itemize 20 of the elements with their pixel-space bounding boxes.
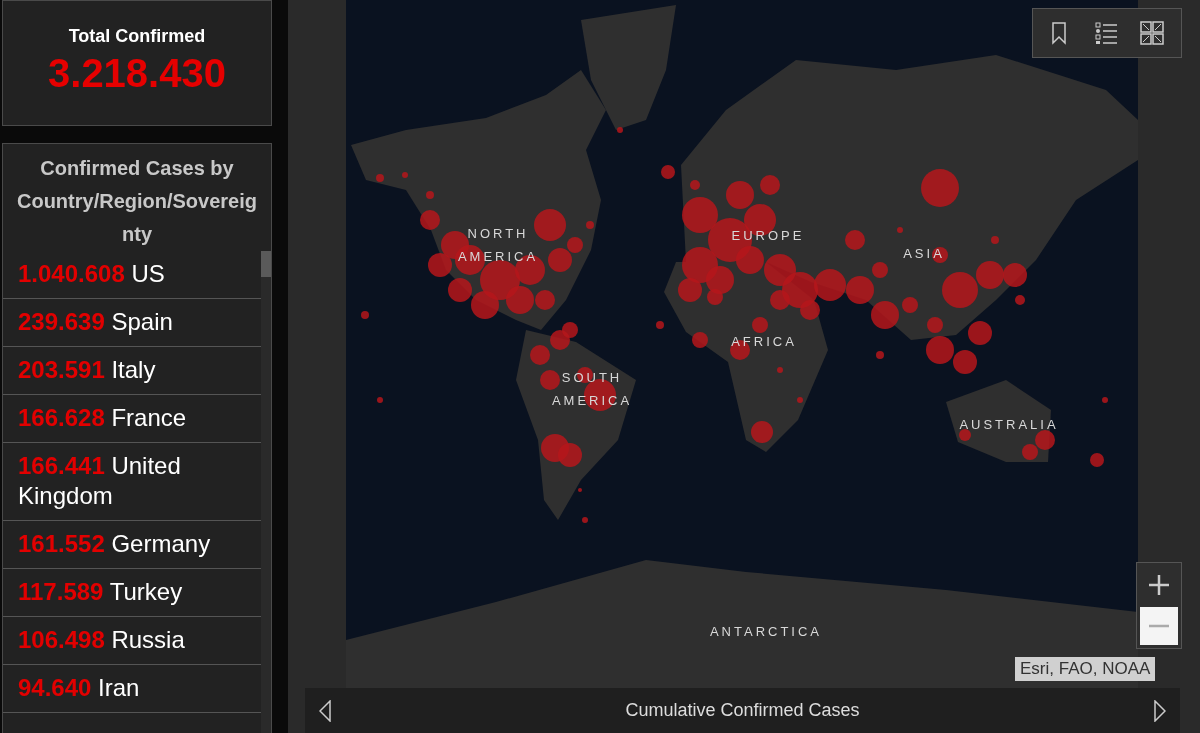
- region-label: NORTH AMERICA: [457, 225, 539, 266]
- next-button[interactable]: [1154, 699, 1166, 722]
- basemap-gallery-button[interactable]: [1140, 21, 1165, 45]
- legend-button[interactable]: [1095, 21, 1119, 45]
- total-confirmed-label: Total Confirmed: [68, 26, 206, 47]
- minus-icon: [1148, 624, 1170, 628]
- list-title: Confirmed Cases by Country/Region/Sovereignty: [16, 156, 258, 247]
- map-attribution: Esri, FAO, NOAA: [1015, 657, 1156, 681]
- region-label: ANTARCTICA: [709, 623, 823, 641]
- region-label: AUSTRALIA: [959, 416, 1059, 434]
- caret-right-icon: [1154, 699, 1166, 722]
- caret-left-icon: [319, 699, 331, 722]
- region-label: AFRICA: [731, 333, 797, 351]
- plus-icon: [1148, 574, 1170, 596]
- total-confirmed-value: 3.218.430: [48, 51, 226, 96]
- list-icon: [1095, 21, 1119, 45]
- scrollbar[interactable]: [261, 251, 271, 733]
- bottom-bar-title: Cumulative Confirmed Cases: [625, 700, 860, 721]
- previous-button[interactable]: [319, 699, 331, 722]
- grid-icon: [1140, 21, 1165, 45]
